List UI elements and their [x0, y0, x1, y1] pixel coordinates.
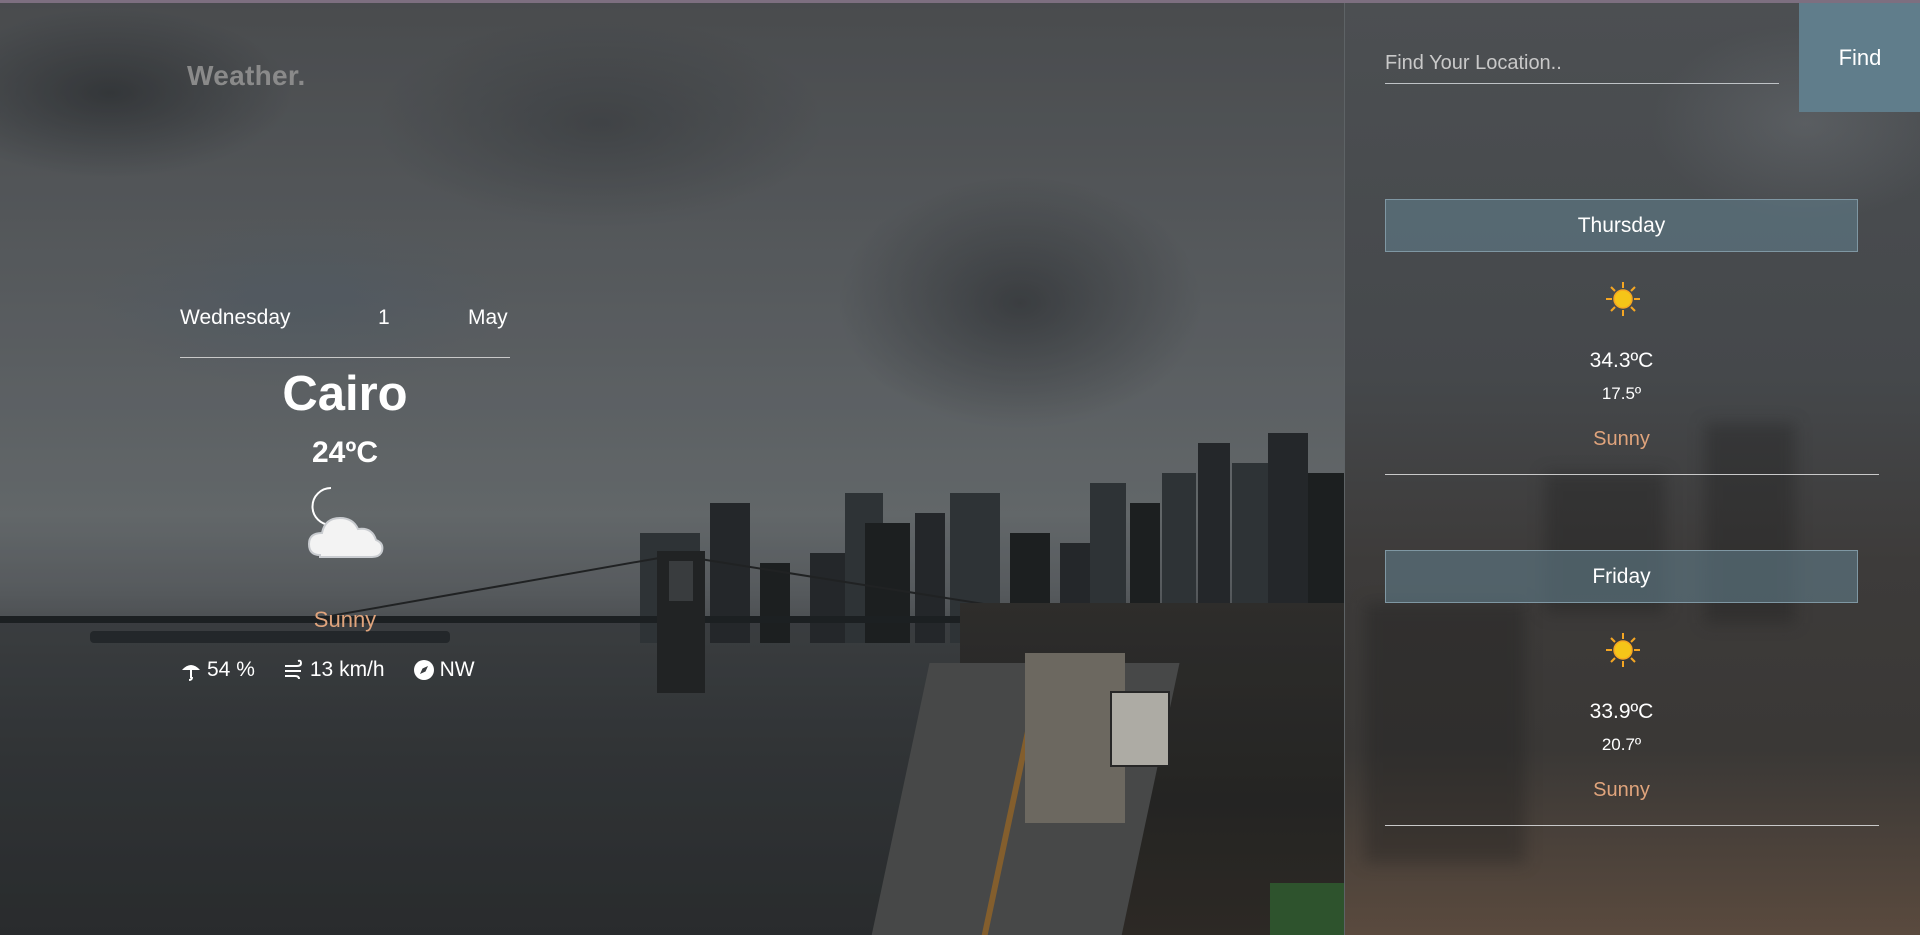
current-month: May — [468, 306, 508, 329]
compass-icon — [413, 660, 434, 680]
wind-icon — [284, 659, 302, 680]
brand-logo[interactable]: Weather. — [187, 60, 306, 92]
forecast-panel: Find Thursday 34.3ºC 17.5º Sunny Friday — [1344, 3, 1920, 935]
current-temperature: 24ºC — [312, 436, 378, 469]
location-search-input[interactable] — [1385, 43, 1779, 84]
forecast-card-thursday: Thursday 34.3ºC 17.5º Sunny — [1385, 199, 1879, 475]
forecast-day: Thursday — [1385, 199, 1858, 252]
forecast-card-friday: Friday 33.9ºC 20.7º Sunny — [1385, 550, 1879, 826]
date-row: Wednesday 1 May — [180, 306, 510, 336]
current-date-number: 1 — [378, 306, 390, 329]
find-button[interactable]: Find — [1799, 3, 1920, 112]
current-condition: Sunny — [313, 607, 377, 632]
forecast-day: Friday — [1385, 550, 1858, 603]
current-day: Wednesday — [180, 306, 291, 329]
divider — [1385, 825, 1879, 826]
humidity-stat: 54 % — [180, 658, 255, 682]
wind-speed-value: 13 km/h — [309, 658, 385, 681]
humidity-value: 54 % — [207, 658, 255, 681]
forecast-max-temp: 34.3ºC — [1589, 349, 1654, 372]
forecast-max-temp: 33.9ºC — [1589, 700, 1654, 723]
umbrella-icon — [182, 665, 200, 681]
forecast-condition: Sunny — [1593, 779, 1650, 801]
sun-icon — [1605, 632, 1641, 668]
forecast-min-temp: 17.5º — [1601, 384, 1642, 403]
forecast-min-temp: 20.7º — [1601, 735, 1642, 754]
night-cloud-icon — [295, 485, 405, 570]
wind-direction-value: NW — [439, 658, 475, 681]
current-stats: 54 % 13 km/h NW — [180, 656, 503, 684]
city-name: Cairo — [282, 367, 408, 421]
wind-direction-stat: NW — [413, 658, 475, 682]
divider — [180, 357, 510, 358]
top-border — [0, 0, 1920, 3]
sun-icon — [1605, 281, 1641, 317]
forecast-condition: Sunny — [1593, 428, 1650, 450]
wind-speed-stat: 13 km/h — [283, 658, 385, 682]
divider — [1385, 474, 1879, 475]
